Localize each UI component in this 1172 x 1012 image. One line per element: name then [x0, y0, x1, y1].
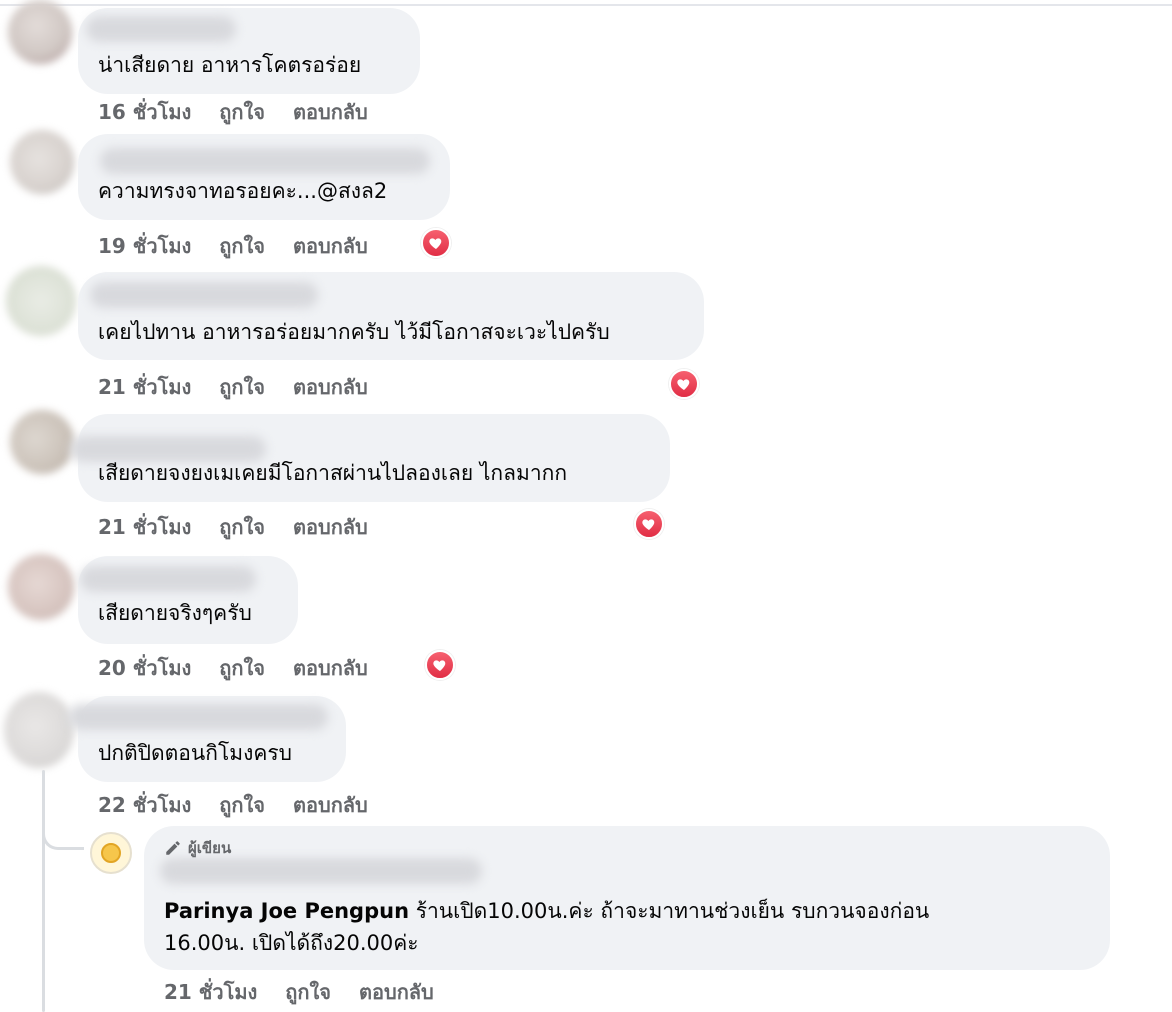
- comment-actions: 20 ชั่วโมง ถูกใจ ตอบกลับ: [98, 652, 368, 684]
- heart-icon[interactable]: [669, 369, 699, 399]
- reply-bubble: Parinya Joe Pengpun ร้านเปิด10.00น.ค่ะ ถ…: [144, 826, 1110, 970]
- comment-time[interactable]: 20 ชั่วโมง: [98, 652, 191, 684]
- reply-button[interactable]: ตอบกลับ: [359, 976, 434, 1008]
- comment-bubble: ความทรงจาทอรอยคะ...@สงล2: [78, 134, 450, 220]
- comment-bubble: ปกติปิดตอนกิโมงครบ: [68, 696, 346, 782]
- author-badge: ผู้เขียน: [164, 836, 231, 860]
- comment-actions: 16 ชั่วโมง ถูกใจ ตอบกลับ: [98, 96, 368, 128]
- comment-time[interactable]: 19 ชั่วโมง: [98, 230, 191, 262]
- like-button[interactable]: ถูกใจ: [219, 230, 265, 262]
- comment-bubble: เสียดายจงยงเมเคยมีโอกาสผ่านไปลองเลย ไกลม…: [70, 414, 670, 502]
- like-button[interactable]: ถูกใจ: [219, 789, 265, 821]
- heart-glyph: [642, 519, 655, 530]
- like-button[interactable]: ถูกใจ: [219, 371, 265, 403]
- commenter-name[interactable]: [86, 16, 236, 42]
- reply-button[interactable]: ตอบกลับ: [293, 652, 368, 684]
- comment-thread: น่าเสียดาย อาหารโคตรอร่อย 16 ชั่วโมง ถูก…: [0, 0, 1172, 1012]
- like-button[interactable]: ถูกใจ: [219, 652, 265, 684]
- comment-text: ปกติปิดตอนกิโมงครบ: [98, 741, 293, 765]
- comment-bubble: น่าเสียดาย อาหารโคตรอร่อย: [78, 8, 420, 94]
- page-avatar[interactable]: [90, 832, 132, 874]
- comment-text: ความทรงจาทอรอยคะ...@สงล2: [98, 179, 388, 203]
- avatar[interactable]: [10, 130, 74, 194]
- heart-glyph: [433, 660, 446, 671]
- comment-bubble: เคยไปทาน อาหารอร่อยมากครับ ไว้มีโอกาสจะเ…: [78, 272, 704, 360]
- comment-time[interactable]: 21 ชั่วโมง: [98, 511, 191, 543]
- comment-time[interactable]: 22 ชั่วโมง: [98, 789, 191, 821]
- avatar[interactable]: [8, 0, 72, 64]
- reply-actions: 21 ชั่วโมง ถูกใจ ตอบกลับ: [164, 976, 434, 1008]
- comment-actions: 21 ชั่วโมง ถูกใจ ตอบกลับ: [98, 511, 368, 543]
- comment-text: เสียดายจริงๆครับ: [98, 601, 252, 625]
- author-name[interactable]: [160, 858, 482, 884]
- heart-icon[interactable]: [425, 650, 455, 680]
- comment-time[interactable]: 21 ชั่วโมง: [98, 371, 191, 403]
- reply-button[interactable]: ตอบกลับ: [293, 96, 368, 128]
- comment-actions: 22 ชั่วโมง ถูกใจ ตอบกลับ: [98, 789, 368, 821]
- comment-actions: 19 ชั่วโมง ถูกใจ ตอบกลับ: [98, 230, 368, 262]
- reply-text-line2: 16.00น. เปิดได้ถึง20.00ค่ะ: [164, 931, 419, 955]
- mention-link[interactable]: Parinya Joe Pengpun: [164, 899, 409, 923]
- reply-button[interactable]: ตอบกลับ: [293, 511, 368, 543]
- commenter-name[interactable]: [90, 282, 318, 308]
- heart-glyph: [677, 379, 690, 390]
- reply-text-line1: Parinya Joe Pengpun ร้านเปิด10.00น.ค่ะ ถ…: [164, 896, 929, 926]
- reply-button[interactable]: ตอบกลับ: [293, 789, 368, 821]
- pencil-icon: [166, 841, 180, 855]
- reply-button[interactable]: ตอบกลับ: [293, 371, 368, 403]
- like-button[interactable]: ถูกใจ: [285, 976, 331, 1008]
- author-badge-label: ผู้เขียน: [188, 839, 232, 857]
- avatar[interactable]: [6, 266, 76, 336]
- comment-text: เสียดายจงยงเมเคยมีโอกาสผ่านไปลองเลย ไกลม…: [98, 461, 568, 485]
- commenter-name[interactable]: [68, 704, 328, 730]
- comment-time[interactable]: 16 ชั่วโมง: [98, 96, 191, 128]
- comment-bubble: เสียดายจริงๆครับ: [78, 556, 298, 644]
- reply-text: ร้านเปิด10.00น.ค่ะ ถ้าจะมาทานช่วงเย็น รบ…: [409, 899, 930, 923]
- like-button[interactable]: ถูกใจ: [219, 511, 265, 543]
- heart-icon[interactable]: [634, 509, 664, 539]
- thread-connector: [42, 820, 84, 850]
- like-button[interactable]: ถูกใจ: [219, 96, 265, 128]
- reply-time[interactable]: 21 ชั่วโมง: [164, 976, 257, 1008]
- heart-icon[interactable]: [421, 228, 451, 258]
- comment-actions: 21 ชั่วโมง ถูกใจ ตอบกลับ: [98, 371, 368, 403]
- commenter-name[interactable]: [80, 566, 256, 592]
- reply-button[interactable]: ตอบกลับ: [293, 230, 368, 262]
- comment-text: เคยไปทาน อาหารอร่อยมากครับ ไว้มีโอกาสจะเ…: [98, 320, 610, 344]
- commenter-name[interactable]: [100, 148, 430, 174]
- logo-icon: [101, 843, 121, 863]
- comment-text: น่าเสียดาย อาหารโคตรอร่อย: [98, 53, 362, 77]
- heart-glyph: [429, 238, 442, 249]
- avatar[interactable]: [8, 554, 74, 620]
- avatar[interactable]: [4, 692, 74, 768]
- avatar[interactable]: [10, 410, 74, 474]
- divider: [0, 4, 1172, 6]
- thread-line: [42, 770, 45, 1012]
